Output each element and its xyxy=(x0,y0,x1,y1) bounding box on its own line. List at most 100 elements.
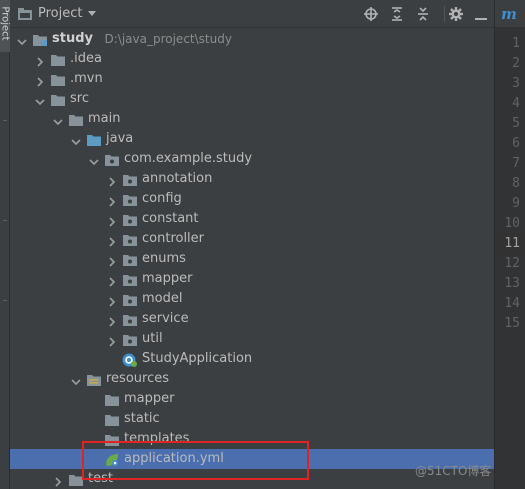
chevron-right-icon[interactable] xyxy=(106,173,118,187)
tree-item-label: model xyxy=(142,291,183,306)
tree-item-label: resources xyxy=(106,371,170,386)
source-folder-icon xyxy=(86,132,102,146)
chevron-right-icon[interactable] xyxy=(34,53,46,67)
chevron-down-icon[interactable] xyxy=(52,113,64,126)
chevron-down-icon[interactable] xyxy=(88,11,96,16)
tree-item-label: util xyxy=(142,331,163,346)
tree-item[interactable]: annotation xyxy=(10,169,494,189)
package-icon xyxy=(122,172,138,186)
tree-item[interactable]: main xyxy=(10,109,494,129)
line-number: 3 xyxy=(512,76,520,91)
tree-item-label: com.example.study xyxy=(124,151,253,166)
header-divider xyxy=(444,6,445,22)
line-number: 1 xyxy=(512,36,520,51)
tree-item-label: controller xyxy=(142,231,205,246)
chevron-right-icon[interactable] xyxy=(106,213,118,227)
package-icon xyxy=(122,232,138,246)
tree-item[interactable]: static xyxy=(10,409,494,429)
line-number: 10 xyxy=(504,216,520,231)
tool-window-strip: Project xyxy=(0,0,11,489)
watermark: @51CTO博客 xyxy=(415,464,492,478)
package-icon xyxy=(122,292,138,306)
tree-item[interactable]: study D:\java_project\study xyxy=(10,29,494,49)
tree-item[interactable]: .mvn xyxy=(10,69,494,89)
chevron-right-icon[interactable] xyxy=(106,233,118,247)
tree-item[interactable]: enums xyxy=(10,249,494,269)
tree-item-label: mapper xyxy=(142,271,193,286)
tree-item-label: main xyxy=(88,111,121,126)
line-number: 8 xyxy=(512,176,520,191)
package-icon xyxy=(104,152,120,166)
editor-tab[interactable]: m xyxy=(495,0,525,28)
tree-item[interactable]: java xyxy=(10,129,494,149)
tree-item-label: StudyApplication xyxy=(142,351,253,366)
tree-item[interactable]: model xyxy=(10,289,494,309)
line-number: 4 xyxy=(512,96,520,111)
chevron-right-icon[interactable] xyxy=(52,473,64,487)
tree-item-label: config xyxy=(142,191,182,206)
line-number: 6 xyxy=(512,136,520,151)
tree-item-label: annotation xyxy=(142,171,213,186)
strip-divider xyxy=(3,300,7,301)
folder-icon xyxy=(104,412,120,426)
tree-item[interactable]: controller xyxy=(10,229,494,249)
package-icon xyxy=(122,252,138,266)
line-number: 14 xyxy=(504,296,520,311)
tree-item[interactable]: mapper xyxy=(10,269,494,289)
chevron-right-icon[interactable] xyxy=(106,253,118,267)
chevron-down-icon[interactable] xyxy=(34,93,46,106)
tree-item-label: java xyxy=(106,131,134,146)
chevron-down-icon[interactable] xyxy=(88,153,100,166)
strip-divider xyxy=(3,120,7,121)
folder-icon xyxy=(50,92,66,106)
module-folder-icon xyxy=(32,32,48,46)
chevron-right-icon[interactable] xyxy=(106,273,118,287)
tree-item[interactable]: src xyxy=(10,89,494,109)
strip-divider xyxy=(3,220,7,221)
collapse-all-icon[interactable] xyxy=(414,5,432,23)
chevron-down-icon[interactable] xyxy=(16,33,28,46)
tree-item[interactable]: com.example.study xyxy=(10,149,494,169)
project-tool-tab[interactable]: Project xyxy=(0,0,11,52)
tree-item-label: service xyxy=(142,311,189,326)
tree-item[interactable]: .idea xyxy=(10,49,494,69)
chevron-right-icon[interactable] xyxy=(106,333,118,347)
line-number: 11 xyxy=(495,234,525,254)
settings-icon[interactable] xyxy=(447,5,465,23)
tree-item[interactable]: mapper xyxy=(10,389,494,409)
locate-icon[interactable] xyxy=(362,5,380,23)
spring-class-icon xyxy=(122,352,138,367)
tree-item[interactable]: util xyxy=(10,329,494,349)
folder-icon xyxy=(50,52,66,66)
panel-title[interactable]: Project xyxy=(38,6,82,21)
tree-item[interactable]: constant xyxy=(10,209,494,229)
folder-icon xyxy=(50,72,66,86)
tree-item-label: .mvn xyxy=(70,71,103,86)
tree-item[interactable]: config xyxy=(10,189,494,209)
folder-icon xyxy=(104,392,120,406)
chevron-right-icon[interactable] xyxy=(106,193,118,207)
project-tree: study D:\java_project\study .idea .mvn src ma… xyxy=(10,28,494,489)
maven-m-icon: m xyxy=(501,5,517,23)
line-number: 13 xyxy=(504,276,520,291)
editor-gutter: m 1 2 3 4 5 6 7 8 9 10 11 12 13 14 15 xyxy=(494,0,525,489)
chevron-right-icon[interactable] xyxy=(106,313,118,327)
line-number: 5 xyxy=(512,116,520,131)
tree-item-label: mapper xyxy=(124,391,175,406)
chevron-right-icon[interactable] xyxy=(106,293,118,307)
tree-item-label: static xyxy=(124,411,160,426)
hide-icon[interactable] xyxy=(472,5,490,23)
project-icon xyxy=(18,8,32,20)
tree-item[interactable]: resources xyxy=(10,369,494,389)
tree-item-label: src xyxy=(70,91,89,106)
tree-item[interactable]: StudyApplication xyxy=(10,349,494,369)
line-number: 9 xyxy=(512,196,520,211)
expand-all-icon[interactable] xyxy=(388,5,406,23)
project-panel: Project study D:\java_project\study .idea.… xyxy=(10,0,494,489)
line-number: 15 xyxy=(504,316,520,331)
tree-item[interactable]: service xyxy=(10,309,494,329)
chevron-down-icon[interactable] xyxy=(70,133,82,146)
package-icon xyxy=(122,212,138,226)
chevron-down-icon[interactable] xyxy=(70,373,82,386)
chevron-right-icon[interactable] xyxy=(34,73,46,87)
